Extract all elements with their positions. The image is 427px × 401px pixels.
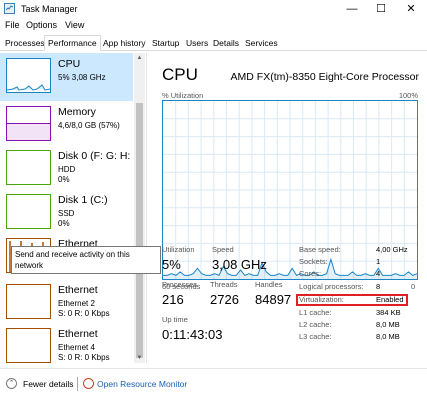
- sidebar-scrollbar[interactable]: ▲ ▼: [134, 53, 145, 363]
- menu-view[interactable]: View: [65, 20, 84, 30]
- tab-startup[interactable]: Startup: [149, 37, 182, 50]
- scroll-thumb[interactable]: [136, 103, 143, 358]
- speed-label: Speed: [212, 245, 234, 254]
- window-title: Task Manager: [21, 4, 78, 14]
- l2-cache-label: L2 cache:: [299, 320, 332, 329]
- sidebar-item-value: S: 0 R: 0 Kbps: [58, 353, 110, 362]
- sidebar-item-disk-1[interactable]: Disk 1 (C:) SSD 0%: [0, 189, 133, 237]
- virtualization-label: Virtualization:: [299, 295, 344, 304]
- fewer-details-link[interactable]: Fewer details: [23, 379, 74, 389]
- scroll-up-icon[interactable]: ▲: [134, 53, 145, 63]
- scroll-down-icon[interactable]: ▼: [134, 353, 145, 363]
- sidebar-item-memory[interactable]: Memory 4,6/8,0 GB (57%): [0, 101, 133, 149]
- tab-performance[interactable]: Performance: [44, 35, 101, 51]
- sockets-value: 1: [376, 257, 381, 266]
- footer: ⌃ Fewer details Open Resource Monitor: [0, 368, 427, 401]
- l1-cache-label: L1 cache:: [299, 308, 332, 317]
- threads-label: Threads: [210, 280, 238, 289]
- ethernet-thumbnail-graph: [6, 284, 51, 319]
- tab-users[interactable]: Users: [183, 37, 211, 50]
- l1-cache-value: 384 KB: [376, 308, 401, 317]
- logical-processors-value: 8: [376, 282, 381, 291]
- virtualization-value: Enabled: [376, 295, 404, 304]
- sidebar-item-disk-0[interactable]: Disk 0 (F: G: H: E HDD 0%: [0, 145, 140, 193]
- footer-divider: [77, 377, 78, 391]
- tab-details[interactable]: Details: [210, 37, 242, 50]
- cpu-thumbnail-graph: [6, 58, 51, 93]
- open-resource-monitor-link[interactable]: Open Resource Monitor: [97, 379, 187, 389]
- handles-label: Handles: [255, 280, 283, 289]
- base-speed-label: Base speed:: [299, 245, 341, 254]
- logical-processors-label: Logical processors:: [299, 282, 364, 291]
- graph-y-label: % Utilization: [162, 91, 204, 100]
- sidebar-item-label: Disk 0 (F: G: H: E: [58, 150, 141, 162]
- sockets-label: Sockets:: [299, 257, 328, 266]
- maximize-button[interactable]: ☐: [366, 0, 396, 18]
- utilization-value: 5%: [162, 257, 181, 272]
- sidebar-item-label: CPU: [58, 58, 81, 70]
- processes-value: 216: [162, 292, 184, 307]
- sidebar-item-value: 5% 3,08 GHz: [58, 73, 106, 82]
- ethernet-thumbnail-graph: [6, 328, 51, 363]
- menu-options[interactable]: Options: [26, 20, 57, 30]
- cores-label: Cores:: [299, 269, 322, 278]
- sidebar-item-value: S: 0 R: 0 Kbps: [58, 309, 110, 318]
- sidebar-item-value: 0%: [58, 175, 70, 184]
- disk-thumbnail-graph: [6, 150, 51, 185]
- utilization-label: Utilization: [162, 245, 195, 254]
- menu-bar: File Options View: [0, 18, 427, 33]
- menu-file[interactable]: File: [5, 20, 20, 30]
- sidebar-item-type: HDD: [58, 165, 76, 174]
- title-bar: Task Manager — ☐ ✕: [0, 0, 427, 18]
- sidebar-item-adapter: Ethernet 2: [58, 299, 95, 308]
- sidebar-item-ethernet-2[interactable]: Ethernet Ethernet 2 S: 0 R: 0 Kbps: [0, 279, 133, 327]
- threads-value: 2726: [210, 292, 239, 307]
- sidebar-item-cpu[interactable]: CPU 5% 3,08 GHz: [0, 53, 133, 101]
- graph-y-min: 0: [411, 282, 416, 291]
- sidebar-item-ethernet-4[interactable]: Ethernet Ethernet 4 S: 0 R: 0 Kbps: [0, 323, 133, 363]
- uptime-value: 0:11:43:03: [162, 327, 223, 342]
- sidebar-item-type: SSD: [58, 209, 75, 218]
- minimize-button[interactable]: —: [337, 0, 367, 18]
- l3-cache-label: L3 cache:: [299, 332, 332, 341]
- cores-value: 4: [376, 269, 381, 278]
- resource-monitor-icon[interactable]: [83, 378, 94, 389]
- tooltip: Send and receive activity on this networ…: [11, 246, 161, 274]
- page-title: CPU: [162, 65, 198, 84]
- tab-app-history[interactable]: App history: [100, 37, 149, 50]
- tab-strip: Processes Performance App history Startu…: [0, 35, 427, 51]
- uptime-label: Up time: [162, 315, 188, 324]
- l3-cache-value: 8,0 MB: [376, 332, 400, 341]
- task-manager-icon: [4, 3, 15, 14]
- disk-thumbnail-graph: [6, 194, 51, 229]
- tab-services[interactable]: Services: [242, 37, 281, 50]
- sidebar-item-label: Memory: [58, 106, 96, 118]
- chevron-up-icon[interactable]: ⌃: [6, 378, 17, 389]
- handles-value: 84897: [255, 292, 292, 307]
- close-button[interactable]: ✕: [396, 0, 426, 18]
- processes-label: Processes: [162, 280, 198, 289]
- cpu-detail-panel: CPU AMD FX(tm)-8350 Eight-Core Processor…: [160, 55, 427, 365]
- base-speed-value: 4,00 GHz: [376, 245, 408, 254]
- sidebar-item-value: 0%: [58, 219, 70, 228]
- sidebar-item-adapter: Ethernet 4: [58, 343, 95, 352]
- resource-sidebar: CPU 5% 3,08 GHz Memory 4,6/8,0 GB (57%) …: [0, 53, 147, 363]
- sidebar-item-value: 4,6/8,0 GB (57%): [58, 121, 120, 130]
- tab-processes[interactable]: Processes: [2, 37, 48, 50]
- memory-thumbnail-graph: [6, 106, 51, 141]
- l2-cache-value: 8,0 MB: [376, 320, 400, 329]
- sidebar-item-label: Ethernet: [58, 284, 98, 296]
- sidebar-item-label: Ethernet: [58, 328, 98, 340]
- speed-value: 3,08 GHz: [212, 257, 267, 272]
- cpu-model-name: AMD FX(tm)-8350 Eight-Core Processor: [230, 71, 419, 83]
- graph-y-max: 100%: [398, 91, 418, 100]
- sidebar-item-label: Disk 1 (C:): [58, 194, 108, 206]
